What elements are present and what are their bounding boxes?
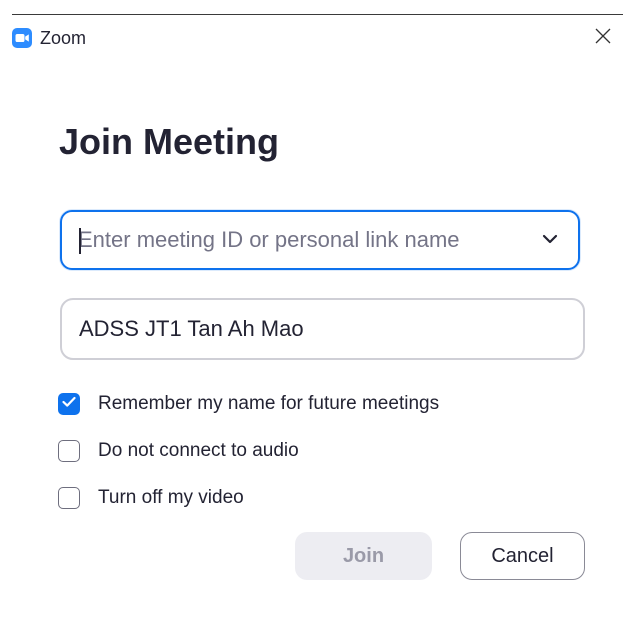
close-button[interactable]: [585, 22, 621, 54]
meeting-id-input[interactable]: [78, 212, 518, 268]
meeting-history-dropdown-button[interactable]: [532, 222, 568, 258]
text-cursor: [79, 228, 81, 254]
video-off-option[interactable]: Turn off my video: [58, 484, 244, 512]
zoom-window: Zoom Join Meeting Enter meeting ID or pe…: [0, 0, 623, 619]
no-audio-checkbox[interactable]: [58, 440, 80, 462]
video-off-checkbox[interactable]: [58, 487, 80, 509]
page-title: Join Meeting: [59, 121, 280, 162]
join-button[interactable]: Join: [295, 532, 432, 580]
no-audio-option[interactable]: Do not connect to audio: [58, 437, 299, 465]
video-off-label: Turn off my video: [98, 487, 244, 508]
display-name-input[interactable]: [79, 300, 559, 358]
title-bar: Zoom: [0, 20, 623, 54]
app-title: Zoom: [40, 28, 87, 48]
zoom-camera-icon: [12, 28, 32, 48]
cancel-button[interactable]: Cancel: [460, 532, 585, 580]
no-audio-label: Do not connect to audio: [98, 440, 299, 461]
remember-name-option[interactable]: Remember my name for future meetings: [58, 390, 439, 418]
close-icon: [594, 27, 612, 50]
checkmark-icon: [62, 395, 76, 413]
remember-name-checkbox[interactable]: [58, 393, 80, 415]
chevron-down-icon: [542, 231, 558, 249]
display-name-field[interactable]: [60, 298, 585, 360]
top-divider: [12, 14, 623, 15]
meeting-id-combobox[interactable]: [60, 210, 580, 270]
remember-name-label: Remember my name for future meetings: [98, 393, 440, 414]
